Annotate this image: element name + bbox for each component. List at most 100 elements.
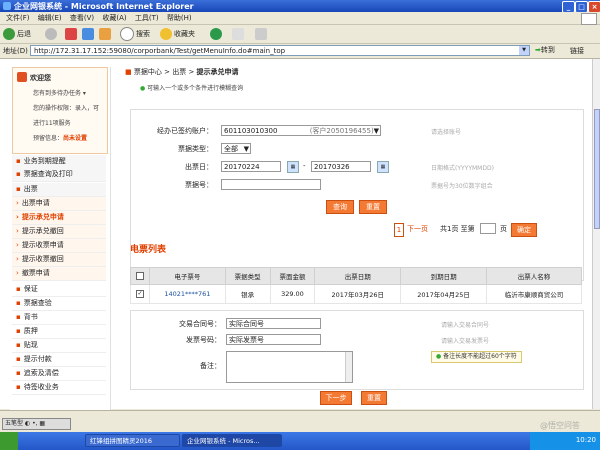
clock: 10:20 [575,436,596,444]
mail-button[interactable] [232,27,246,41]
nav-expiry-reminder[interactable]: ▪ 业务到期提醒 [12,155,106,169]
list-title: 电票列表 [130,245,167,255]
sidebar: 欢迎您 您有到多待办任务 ▾ 您的操作权限：录入，可 进行11项服务 预留信息：… [10,67,111,412]
next-page-link[interactable]: 下一页 [407,224,428,236]
nav-receipt-apply[interactable]: › 提示收票申请 [12,239,106,253]
nav-issue[interactable]: ▪ 出票 [12,183,106,197]
date-from-input[interactable]: 20170224 [221,161,281,172]
menu-edit[interactable]: 编辑(E) [38,12,62,24]
print-button[interactable] [255,27,269,41]
search-icon [120,27,134,41]
nav-acceptance-apply[interactable]: › 提示承兑申请 [12,211,106,225]
page-number-button[interactable]: 1 [394,223,404,237]
invoice-input[interactable]: 实际发票号 [226,334,321,345]
bill-no-hint: 票据号为30位数字组合 [431,183,493,190]
menu-view[interactable]: 查看(V) [70,12,94,24]
arrow-icon: › [16,269,19,277]
chevron-down-icon[interactable]: ▼ [519,46,529,55]
menu-file[interactable]: 文件(F) [6,12,30,24]
bullet-icon: ▪ [16,383,21,391]
nav-endorse[interactable]: ▪ 背书 [12,311,106,325]
account-select[interactable]: 601103010300 (客户2050196455) ▼ [221,125,381,136]
go-button[interactable]: ➡转到 [535,45,555,55]
type-select[interactable]: 全部 ▼ [221,143,251,154]
query-reset-button[interactable]: 重置 [359,200,387,214]
nav-acceptance-withdraw[interactable]: › 提示承兑撤回 [12,225,106,239]
nav-guarantee[interactable]: ▪ 保证 [12,283,106,297]
invoice-label: 发票号码： [186,336,221,344]
nav-issue-apply[interactable]: › 出票申请 [12,197,106,211]
arrow-icon: › [16,199,19,207]
nav-pending-sign[interactable]: ▪ 待签收业务 [12,381,106,395]
pending-tasks[interactable]: 您有到多待办任务 ▾ [33,88,86,97]
service-count: 进行11项服务 [33,120,71,127]
back-arrow-icon [3,28,15,40]
home-button[interactable] [99,27,113,41]
status-bar [0,410,600,421]
menu-tools[interactable]: 工具(T) [135,12,159,24]
menu-help[interactable]: 帮助(H) [167,12,192,24]
page-confirm-button[interactable]: 确定 [511,223,537,237]
date-to-input[interactable]: 20170326 [311,161,371,172]
account-label: 经办已签约账户： [157,127,213,135]
table-header-row: 电子票号 票据类型 票面金额 出票日期 到期日期 出票人名称 [130,267,583,285]
form-reset-button[interactable]: 重置 [361,391,387,405]
links-button[interactable]: 链接 [570,46,584,56]
nav-receipt-withdraw[interactable]: › 提示收票撤回 [12,253,106,267]
remark-textarea[interactable] [226,351,353,383]
calendar-icon[interactable]: ▦ [377,161,389,173]
main-panel: ■ 票据中心 > 出票 > 提示承兑申请 ● 可输入一个或多个条件进行模糊查询 … [125,63,600,408]
row-select-cell[interactable]: ✓ [130,284,150,304]
forward-button[interactable] [45,27,59,41]
breadcrumb-home[interactable]: 票据中心 [134,68,162,76]
contract-label: 交易合同号： [179,320,221,328]
bill-table: 电子票号 票据类型 票面金额 出票日期 到期日期 出票人名称 ✓ 14021**… [130,267,583,304]
col-bill-type: 票据类型 [224,267,271,285]
nav-pledge[interactable]: ▪ 质押 [12,325,106,339]
checkbox[interactable] [136,272,144,280]
table-row[interactable]: ✓ 14021****761 银承 329.00 2017年03月26日 201… [130,284,583,304]
back-button[interactable]: 后退 [3,27,31,41]
calendar-icon[interactable]: ▦ [287,161,299,173]
chevron-down-icon: ▼ [373,127,379,135]
refresh-icon [82,28,94,40]
nav-query-print[interactable]: ▪ 票据查询及打印 [12,168,106,182]
stop-icon [65,28,77,40]
task-jigsaw[interactable]: 红锋组拼图精灵2016 [85,434,180,447]
mail-icon [232,28,244,40]
page-scrollbar[interactable] [592,59,600,409]
task-ie[interactable]: 企业网银系统 - Micros... [182,434,282,447]
favorites-button[interactable]: 收藏夹 [160,27,195,41]
select-all-cell[interactable] [130,267,150,285]
invoice-hint: 请输入交易发票号 [441,338,490,345]
bill-no-input[interactable] [221,179,321,190]
reserved-link[interactable]: 尚未设置 [63,135,87,142]
next-step-button[interactable]: 下一步 [320,391,352,405]
breadcrumb-issue[interactable]: 出票 [172,68,186,76]
search-button[interactable]: 搜索 [120,27,150,41]
query-button[interactable]: 查询 [326,200,354,214]
stop-button[interactable] [65,27,79,41]
textarea-scrollbar[interactable] [345,352,352,382]
cell-bill-no[interactable]: 14021****761 [149,284,226,304]
checkbox-checked[interactable]: ✓ [136,290,144,298]
nav-recourse[interactable]: ▪ 追索及清偿 [12,367,106,381]
scrollbar-thumb[interactable] [594,109,600,229]
type-label: 票据类型： [178,145,213,153]
start-button[interactable] [0,432,18,450]
media-button[interactable] [210,27,224,41]
refresh-button[interactable] [82,27,96,41]
nav-cancel-apply[interactable]: › 撤票申请 [12,267,106,281]
nav-verification[interactable]: ▪ 票据查验 [12,297,106,311]
menu-favorites[interactable]: 收藏(A) [102,12,126,24]
chevron-down-icon: ▼ [243,145,249,153]
page-jump-input[interactable] [480,223,496,234]
col-bill-no: 电子票号 [149,267,226,285]
nav-payment[interactable]: ▪ 提示付款 [12,353,106,367]
contract-input[interactable]: 实际合同号 [226,318,321,329]
address-input[interactable]: http://172.31.17.152:59080/corporbank/Te… [30,45,530,56]
window-titlebar: 企业网银系统 - Microsoft Internet Explorer _ □… [0,0,600,13]
contract-hint: 请输入交易合同号 [441,322,490,329]
ime-bar[interactable]: 五笔型 ◐ •, ▦ [2,418,71,430]
nav-discount[interactable]: ▪ 贴现 [12,339,106,353]
